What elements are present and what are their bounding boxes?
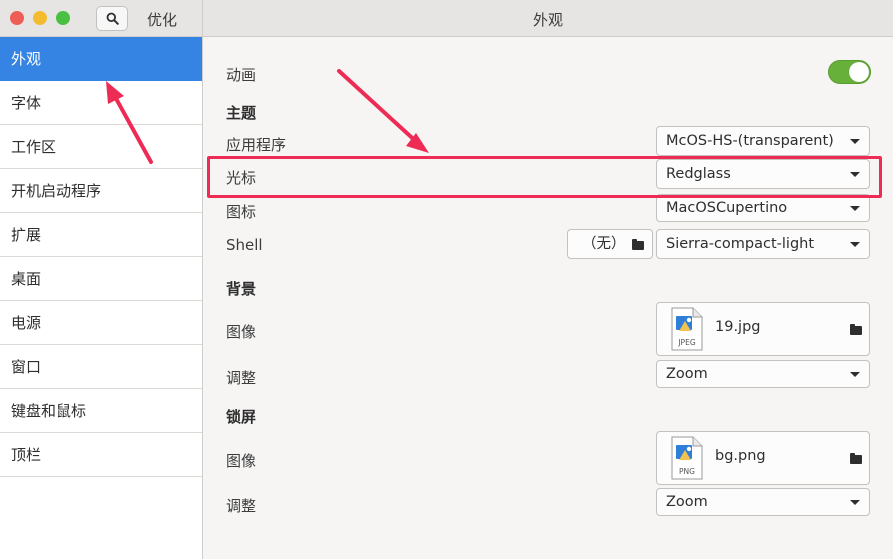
lockscreen-image-filename: bg.png <box>715 448 766 464</box>
chevron-down-icon <box>850 206 860 211</box>
folder-icon <box>632 239 644 250</box>
maximize-window-button[interactable] <box>56 11 70 25</box>
folder-icon <box>850 453 862 464</box>
image-file-icon: PNG <box>671 436 703 480</box>
chevron-down-icon <box>850 242 860 247</box>
minimize-window-button[interactable] <box>33 11 47 25</box>
cursor-row-highlight-box <box>207 156 882 198</box>
background-image-chooser[interactable]: JPEG 19.jpg <box>656 302 870 356</box>
applications-theme-value: McOS-HS-(transparent) <box>666 133 834 149</box>
toggle-knob <box>849 62 869 82</box>
lockscreen-heading: 锁屏 <box>226 408 257 426</box>
header-bar: 优化 外观 <box>0 0 893 37</box>
background-adjust-label: 调整 <box>226 369 257 387</box>
sidebar-item-fonts[interactable]: 字体 <box>0 81 202 125</box>
image-file-icon: JPEG <box>671 307 703 351</box>
applications-theme-dropdown[interactable]: McOS-HS-(transparent) <box>656 126 870 156</box>
file-type-label: JPEG <box>677 338 695 347</box>
chevron-down-icon <box>850 500 860 505</box>
sidebar-item-appearance[interactable]: 外观 <box>0 37 202 81</box>
background-image-label: 图像 <box>226 323 257 341</box>
sidebar: 外观 字体 工作区 开机启动程序 扩展 桌面 电源 窗口 键盘和鼠标 顶栏 <box>0 37 203 559</box>
sidebar-item-extensions[interactable]: 扩展 <box>0 213 202 257</box>
header-left: 优化 <box>0 0 203 36</box>
sidebar-item-desktop[interactable]: 桌面 <box>0 257 202 301</box>
animation-toggle[interactable] <box>828 60 871 84</box>
icons-theme-label: 图标 <box>226 203 257 221</box>
chevron-down-icon <box>850 139 860 144</box>
sidebar-item-windows[interactable]: 窗口 <box>0 345 202 389</box>
lockscreen-adjust-value: Zoom <box>666 494 708 510</box>
close-window-button[interactable] <box>10 11 24 25</box>
search-button[interactable] <box>96 6 128 31</box>
background-adjust-value: Zoom <box>666 366 708 382</box>
lockscreen-image-label: 图像 <box>226 452 257 470</box>
app-title: 优化 <box>147 11 178 29</box>
background-adjust-dropdown[interactable]: Zoom <box>656 360 870 388</box>
shell-file-chooser-button[interactable]: （无） <box>567 229 653 259</box>
sidebar-item-startup-applications[interactable]: 开机启动程序 <box>0 169 202 213</box>
icons-theme-dropdown[interactable]: MacOSCupertino <box>656 194 870 222</box>
lockscreen-adjust-label: 调整 <box>226 497 257 515</box>
appearance-panel: 动画 主题 应用程序 McOS-HS-(transparent) 光标 Redg… <box>203 37 893 559</box>
applications-theme-label: 应用程序 <box>226 136 287 154</box>
background-heading: 背景 <box>226 280 257 298</box>
lockscreen-image-chooser[interactable]: PNG bg.png <box>656 431 870 485</box>
sidebar-item-workspaces[interactable]: 工作区 <box>0 125 202 169</box>
shell-theme-label: Shell <box>226 236 263 254</box>
animation-label: 动画 <box>226 66 257 84</box>
background-image-filename: 19.jpg <box>715 319 761 335</box>
sidebar-item-top-bar[interactable]: 顶栏 <box>0 433 202 477</box>
themes-heading: 主题 <box>226 104 257 122</box>
page-title: 外观 <box>533 11 564 29</box>
shell-theme-value: Sierra-compact-light <box>666 236 815 252</box>
sidebar-item-keyboard-mouse[interactable]: 键盘和鼠标 <box>0 389 202 433</box>
shell-file-value: （无） <box>582 236 626 252</box>
file-type-label: PNG <box>679 467 695 476</box>
sidebar-item-power[interactable]: 电源 <box>0 301 202 345</box>
lockscreen-adjust-dropdown[interactable]: Zoom <box>656 488 870 516</box>
icons-theme-value: MacOSCupertino <box>666 200 788 216</box>
shell-theme-dropdown[interactable]: Sierra-compact-light <box>656 229 870 259</box>
chevron-down-icon <box>850 372 860 377</box>
folder-icon <box>850 324 862 335</box>
search-icon <box>106 12 119 25</box>
